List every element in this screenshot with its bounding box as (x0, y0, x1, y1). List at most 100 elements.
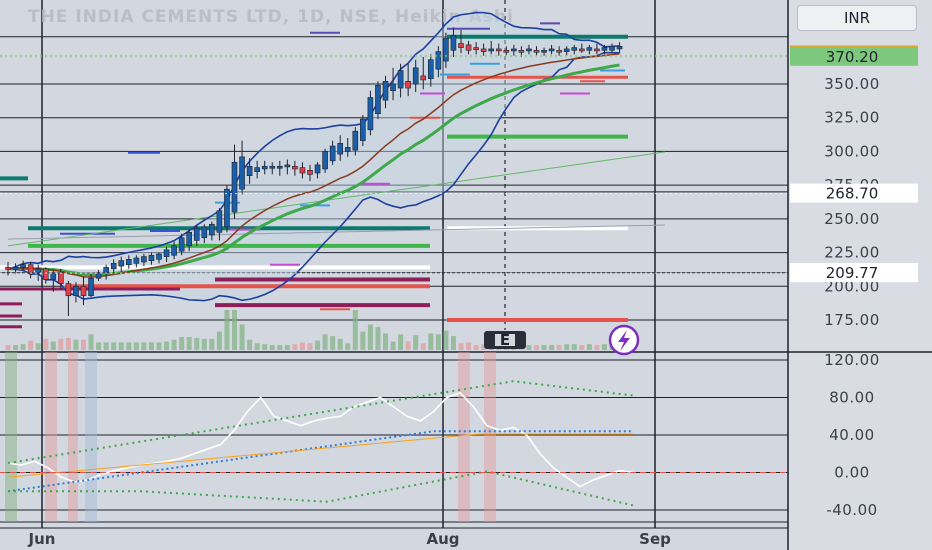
candle-body (503, 49, 510, 53)
volume-bar (360, 331, 366, 350)
candle-body (201, 226, 208, 239)
candle-body (254, 167, 260, 172)
volume-bar (148, 342, 154, 350)
candle-body (224, 188, 230, 228)
candle-body (443, 37, 449, 62)
volume-bar (398, 334, 404, 350)
volume-bar (473, 345, 479, 350)
candle-body (594, 48, 600, 52)
y-tick-label: 225.00 (824, 244, 880, 262)
candle-body (427, 59, 434, 79)
candle-body (382, 81, 389, 101)
candle-body (12, 267, 19, 270)
chart-canvas[interactable]: 175.00200.00225.00250.00275.00300.00325.… (0, 0, 932, 550)
candle-body (609, 45, 615, 51)
candle-body (563, 48, 570, 52)
candle-body (42, 268, 49, 280)
volume-bar (73, 339, 79, 350)
candle-body (65, 283, 72, 297)
candle-body (329, 145, 336, 162)
volume-bar (556, 345, 562, 350)
volume-bar (526, 345, 532, 350)
volume-bar (232, 310, 237, 350)
candle-body (292, 165, 298, 170)
y-tick-label: 250.00 (824, 210, 880, 228)
price-badge: 209.77 (790, 263, 918, 283)
volume-bar (179, 337, 185, 350)
candle-body (171, 245, 177, 256)
volume-bar (43, 338, 49, 350)
candle-body (163, 249, 170, 257)
candle-body (533, 49, 540, 53)
price-badge-text: 370.20 (826, 48, 879, 66)
candle-body (390, 83, 396, 92)
volume-bar (247, 339, 253, 350)
candle-body (488, 48, 495, 52)
candle-body (88, 277, 94, 297)
candle-body (276, 165, 283, 169)
candle-body (156, 253, 162, 260)
volume-bar (277, 345, 283, 350)
volume-bar (50, 341, 56, 350)
candle-body (352, 130, 359, 151)
candle-body (405, 81, 411, 89)
volume-bar (564, 344, 570, 350)
volume-bar (65, 337, 71, 350)
volume-bar (586, 344, 592, 350)
volume-bar (458, 343, 464, 350)
candle-body (458, 43, 464, 48)
volume-bar (383, 333, 388, 350)
volume-bar (443, 330, 449, 350)
currency-button[interactable]: INR (797, 5, 917, 31)
volume-bar (209, 338, 215, 350)
osc-shade (45, 352, 57, 522)
volume-bar (292, 344, 298, 350)
candle-body (397, 70, 404, 89)
candle-body (269, 165, 276, 169)
y-tick-label: 350.00 (824, 75, 880, 93)
x-tick-label: Jun (28, 530, 56, 548)
candle-body (80, 285, 87, 297)
candle-body (322, 151, 328, 170)
candle-body (571, 47, 578, 51)
candle-body (178, 237, 185, 252)
osc-shade (458, 352, 470, 522)
candle-body (299, 167, 306, 174)
volume-bar (352, 310, 358, 350)
volume-bar (224, 310, 230, 350)
candle-body (578, 48, 585, 52)
volume-bar (118, 342, 124, 350)
volume-bar (307, 343, 313, 350)
volume-bar (579, 345, 585, 350)
y-tick-label: 300.00 (824, 142, 880, 160)
volume-bar (337, 338, 343, 350)
candle-body (601, 47, 608, 51)
candle-body (548, 48, 555, 52)
candle-body (511, 48, 517, 52)
candle-body (118, 260, 125, 267)
volume-bar (269, 345, 275, 350)
candle-body (5, 267, 11, 270)
candle-body (541, 49, 547, 53)
candle-body (473, 47, 479, 50)
candle-body (616, 45, 623, 50)
volume-bar (594, 345, 600, 350)
volume-bar (133, 342, 139, 350)
osc-y-tick-label: -40.00 (826, 501, 877, 519)
candle-body (435, 51, 442, 70)
volume-bar (428, 333, 434, 350)
candle-body (360, 118, 366, 141)
volume-bar (28, 340, 34, 350)
volume-bar (126, 342, 132, 350)
volume-bar (541, 345, 547, 350)
osc-shade (5, 352, 17, 522)
price-badge: 268.70 (790, 183, 918, 203)
candle-body (148, 254, 155, 261)
chart-root: 175.00200.00225.00250.00275.00300.00325.… (0, 0, 932, 550)
candle-body (556, 49, 562, 53)
volume-bar (315, 340, 321, 350)
candle-body (216, 210, 223, 233)
candle-body (586, 47, 593, 51)
chart-title: THE INDIA CEMENTS LTD, 1D, NSE, Heikin A… (28, 7, 514, 27)
volume-bar (164, 341, 170, 350)
